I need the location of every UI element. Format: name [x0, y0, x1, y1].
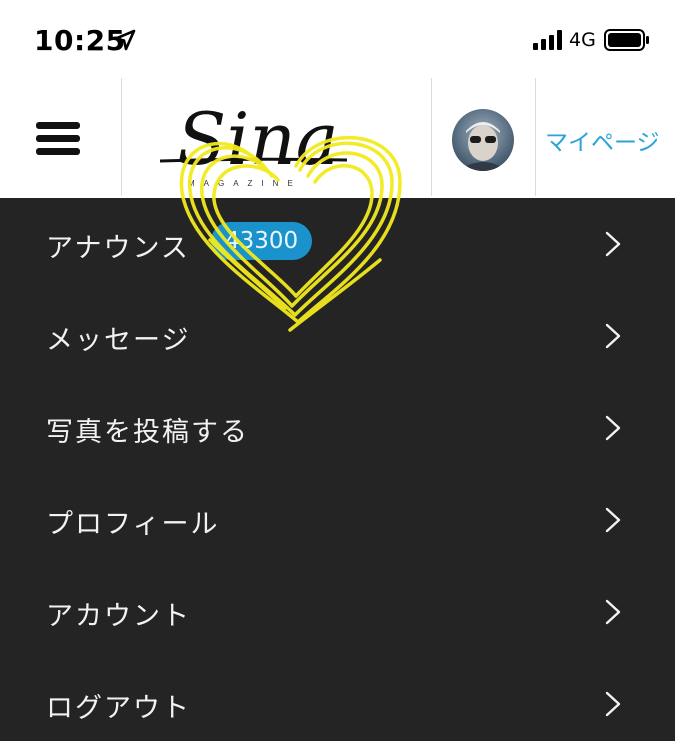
chevron-right-icon: [605, 323, 621, 349]
menu-item-label: アカウント: [46, 601, 191, 632]
status-bar: 10:25 4G: [0, 0, 675, 80]
screen: 10:25 4G Sina MAGAZINE マイページ アナウンス 43300…: [0, 0, 675, 741]
chevron-right-icon: [605, 507, 621, 533]
menu-item-announce[interactable]: アナウンス 43300: [0, 198, 675, 288]
menu-item-label: アナウンス: [46, 233, 190, 264]
chevron-right-icon: [605, 231, 621, 257]
menu-item-logout[interactable]: ログアウト: [0, 658, 675, 741]
header-divider: [431, 78, 432, 196]
chevron-right-icon: [605, 691, 621, 717]
status-time: 10:25: [34, 24, 126, 57]
hamburger-menu-icon[interactable]: [36, 122, 84, 162]
menu-item-label: プロフィール: [46, 509, 220, 540]
location-arrow-icon: [114, 29, 136, 51]
menu-item-label: メッセージ: [46, 325, 191, 356]
header-divider: [535, 78, 536, 196]
notification-badge: 43300: [211, 222, 313, 260]
logo-text: Sina: [177, 97, 339, 181]
battery-icon: [604, 29, 649, 51]
signal-bars-icon: [533, 30, 562, 50]
network-type: 4G: [569, 29, 596, 51]
user-avatar[interactable]: [452, 109, 514, 171]
menu-item-label: 写真を投稿する: [46, 417, 249, 448]
menu-item-post-photo[interactable]: 写真を投稿する: [0, 382, 675, 472]
site-header: Sina MAGAZINE マイページ: [0, 78, 675, 198]
menu-item-profile[interactable]: プロフィール: [0, 474, 675, 564]
navigation-menu: アナウンス 43300 メッセージ 写真を投稿する プロフィール アカウント ロ…: [0, 198, 675, 741]
chevron-right-icon: [605, 599, 621, 625]
logo-subtext: MAGAZINE: [188, 179, 302, 188]
menu-item-label: ログアウト: [46, 693, 191, 724]
chevron-right-icon: [605, 415, 621, 441]
header-divider: [121, 78, 122, 196]
menu-item-account[interactable]: アカウント: [0, 566, 675, 656]
menu-item-messages[interactable]: メッセージ: [0, 290, 675, 380]
mypage-link[interactable]: マイページ: [545, 123, 660, 157]
